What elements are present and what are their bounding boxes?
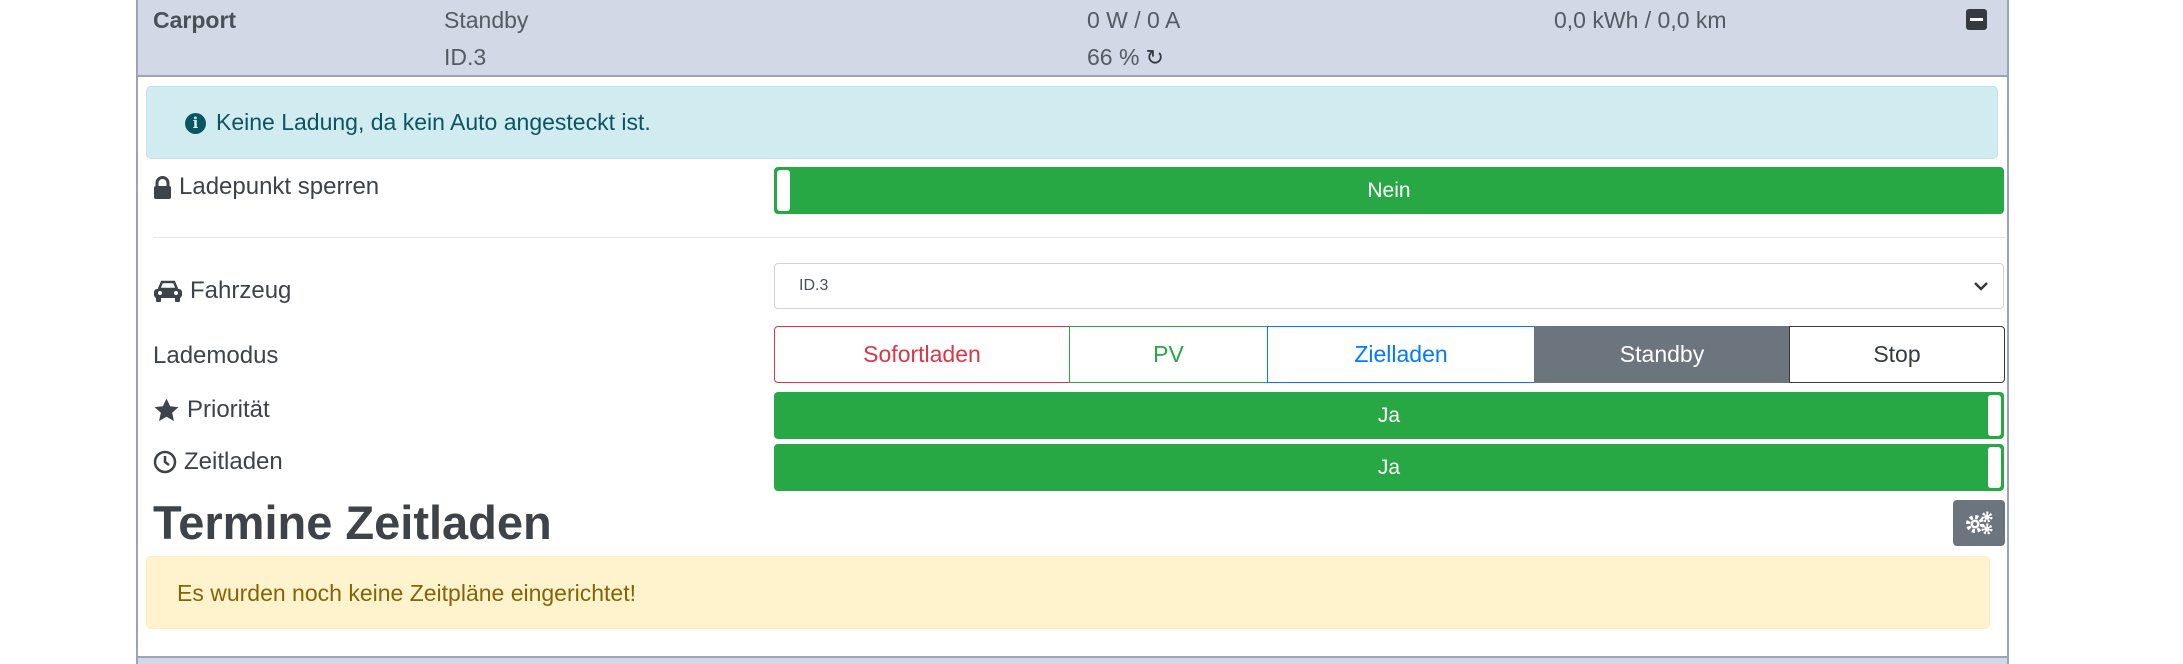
mode-button-label: Standby — [1619, 341, 1705, 367]
mode-button-label: Sofortladen — [863, 341, 981, 367]
lock-icon — [154, 175, 171, 199]
refresh-icon[interactable]: ↻ — [1145, 45, 1163, 71]
charge-mode-row-label: Lademodus — [153, 342, 278, 370]
charge-mode-group: Sofortladen PV Zielladen Standby Stop — [774, 326, 2005, 383]
charge-mode-label: Lademodus — [153, 342, 279, 369]
priority-toggle[interactable]: Ja — [774, 392, 2004, 439]
vehicle-select-value: ID.3 — [799, 277, 829, 294]
gears-icon — [1966, 511, 1993, 535]
mode-stop-button[interactable]: Stop — [1789, 326, 2005, 383]
divider — [153, 237, 2006, 238]
mode-pv-button[interactable]: PV — [1069, 326, 1268, 383]
schedule-section-title: Termine Zeitladen — [153, 496, 552, 549]
mode-button-label: Zielladen — [1354, 341, 1448, 367]
energy-readout: 0,0 kWh / 0,0 km — [1554, 7, 1727, 33]
mode-sofortladen-button[interactable]: Sofortladen — [774, 326, 1070, 383]
no-schedules-text: Es wurden noch keine Zeitpläne eingerich… — [177, 580, 637, 606]
car-icon — [154, 280, 182, 302]
vehicle-label: Fahrzeug — [190, 277, 292, 304]
info-alert-text: Keine Ladung, da kein Auto angesteckt is… — [216, 109, 651, 135]
schedule-settings-button[interactable] — [1953, 500, 2005, 546]
vehicle-name: ID.3 — [444, 44, 487, 70]
mode-zielladen-button[interactable]: Zielladen — [1267, 326, 1535, 383]
timed-charging-label: Zeitladen — [184, 448, 283, 475]
lock-toggle[interactable]: Nein — [774, 167, 2004, 214]
lock-label: Ladepunkt sperren — [179, 173, 380, 200]
mode-standby-button[interactable]: Standby — [1534, 326, 1790, 383]
info-alert: i Keine Ladung, da kein Auto angesteckt … — [146, 86, 1998, 159]
no-schedules-alert: Es wurden noch keine Zeitpläne eingerich… — [146, 556, 1990, 629]
clock-icon — [153, 450, 177, 474]
timed-charging-toggle-value: Ja — [1377, 456, 1401, 479]
timed-charging-toggle[interactable]: Ja — [774, 444, 2004, 491]
vehicle-select[interactable]: ID.3 — [774, 263, 2004, 309]
card-header[interactable]: Carport Standby ID.3 0 W / 0 A 66 % ↻ 0,0… — [138, 0, 2007, 77]
star-icon — [154, 398, 179, 421]
mode-button-label: Stop — [1873, 341, 1921, 367]
chargepoint-card: Carport Standby ID.3 0 W / 0 A 66 % ↻ 0,0… — [136, 0, 2009, 664]
power-readout: 0 W / 0 A — [1087, 7, 1181, 33]
chargepoint-name: Carport — [153, 7, 237, 33]
timed-charging-row-label: Zeitladen — [153, 448, 283, 476]
card-footer — [138, 656, 2007, 664]
info-icon: i — [185, 113, 206, 134]
chargepoint-status: Standby — [444, 7, 529, 33]
collapse-icon[interactable] — [1966, 9, 1987, 30]
soc-readout: 66 % ↻ — [1087, 44, 1164, 71]
lock-toggle-value: Nein — [1367, 179, 1411, 202]
mode-button-label: PV — [1153, 341, 1184, 367]
priority-row-label: Priorität — [153, 396, 270, 424]
priority-toggle-value: Ja — [1377, 404, 1401, 427]
priority-label: Priorität — [187, 396, 270, 423]
chevron-down-icon — [1974, 282, 1988, 291]
lock-row-label: Ladepunkt sperren — [153, 173, 379, 201]
soc-value: 66 % — [1087, 44, 1140, 70]
vehicle-row-label: Fahrzeug — [153, 277, 291, 305]
